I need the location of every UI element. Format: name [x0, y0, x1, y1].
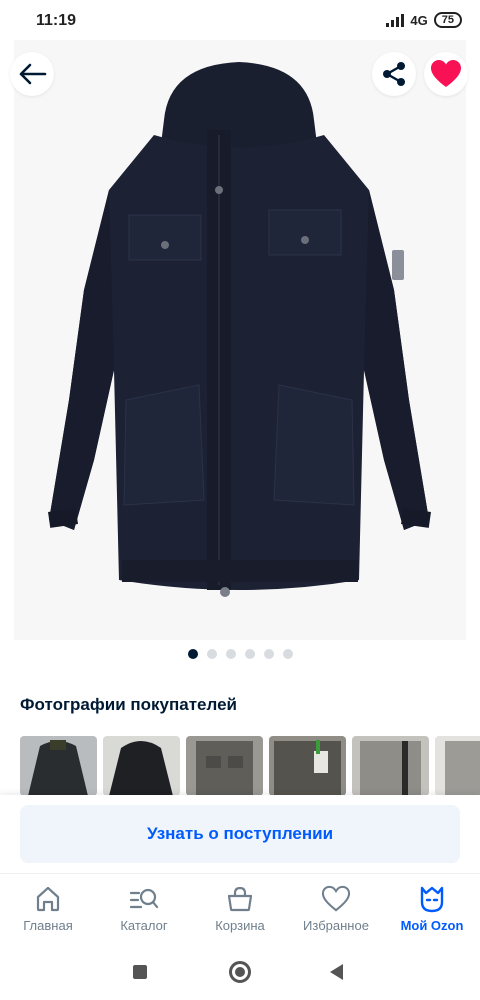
gallery-dot[interactable]	[282, 649, 293, 659]
notify-availability-button[interactable]: Узнать о поступлении	[20, 805, 460, 863]
share-button[interactable]	[372, 52, 416, 96]
nav-item-label: Каталог	[120, 918, 168, 933]
customer-photo-thumb[interactable]	[103, 736, 180, 796]
nav-item-basket[interactable]: Корзина	[192, 874, 288, 945]
nav-item-label: Мой Ozon	[400, 918, 464, 933]
gallery-dot[interactable]	[187, 649, 198, 659]
nav-item-home[interactable]: Главная	[0, 874, 96, 945]
signal-icon	[386, 13, 405, 27]
heart-icon	[321, 885, 351, 912]
customer-photos-strip[interactable]	[20, 736, 480, 796]
customer-photo-thumb[interactable]	[186, 736, 263, 796]
battery-indicator: 75	[433, 12, 462, 28]
heart-filled-icon	[431, 60, 461, 87]
customer-photo-thumb[interactable]	[435, 736, 480, 796]
customer-photos-title: Фотографии покупателей	[20, 695, 237, 714]
favorite-button[interactable]	[424, 52, 468, 96]
gallery-dot[interactable]	[263, 649, 274, 659]
customer-photo-thumb[interactable]	[269, 736, 346, 796]
basket-icon	[227, 886, 253, 912]
customer-photo-thumb[interactable]	[352, 736, 429, 796]
bottom-navigation: Главная Каталог Корзина Избранное Мой Oz…	[0, 873, 480, 945]
arrow-left-icon	[19, 63, 47, 85]
ozon-profile-icon	[420, 886, 444, 913]
nav-item-label: Корзина	[215, 918, 265, 933]
back-triangle-icon[interactable]	[330, 964, 343, 980]
catalog-search-icon	[129, 888, 159, 909]
home-circle-icon[interactable]	[229, 961, 251, 983]
gallery-dot[interactable]	[206, 649, 217, 659]
nav-item-favorites[interactable]: Избранное	[288, 874, 384, 945]
status-time: 11:19	[36, 12, 77, 29]
action-sheet: Узнать о поступлении	[0, 795, 480, 873]
network-type: 4G	[410, 12, 428, 28]
gallery-pagination	[0, 649, 480, 659]
jacket-image	[48, 62, 431, 597]
gallery-dot[interactable]	[244, 649, 255, 659]
customer-photo-thumb[interactable]	[20, 736, 97, 796]
back-button[interactable]	[10, 52, 54, 96]
nav-item-my-ozon[interactable]: Мой Ozon	[384, 874, 480, 945]
status-indicators: 4G 75	[386, 12, 462, 28]
gallery-dot[interactable]	[225, 649, 236, 659]
home-icon	[36, 886, 60, 912]
status-bar: 11:19 4G 75	[0, 0, 480, 40]
nav-item-label: Избранное	[303, 918, 369, 933]
nav-item-label: Главная	[23, 918, 73, 933]
share-icon	[383, 62, 405, 86]
nav-item-catalog[interactable]: Каталог	[96, 874, 192, 945]
recent-apps-icon[interactable]	[133, 965, 147, 979]
product-photo[interactable]	[14, 40, 466, 640]
system-navigation-bar	[0, 945, 480, 1000]
